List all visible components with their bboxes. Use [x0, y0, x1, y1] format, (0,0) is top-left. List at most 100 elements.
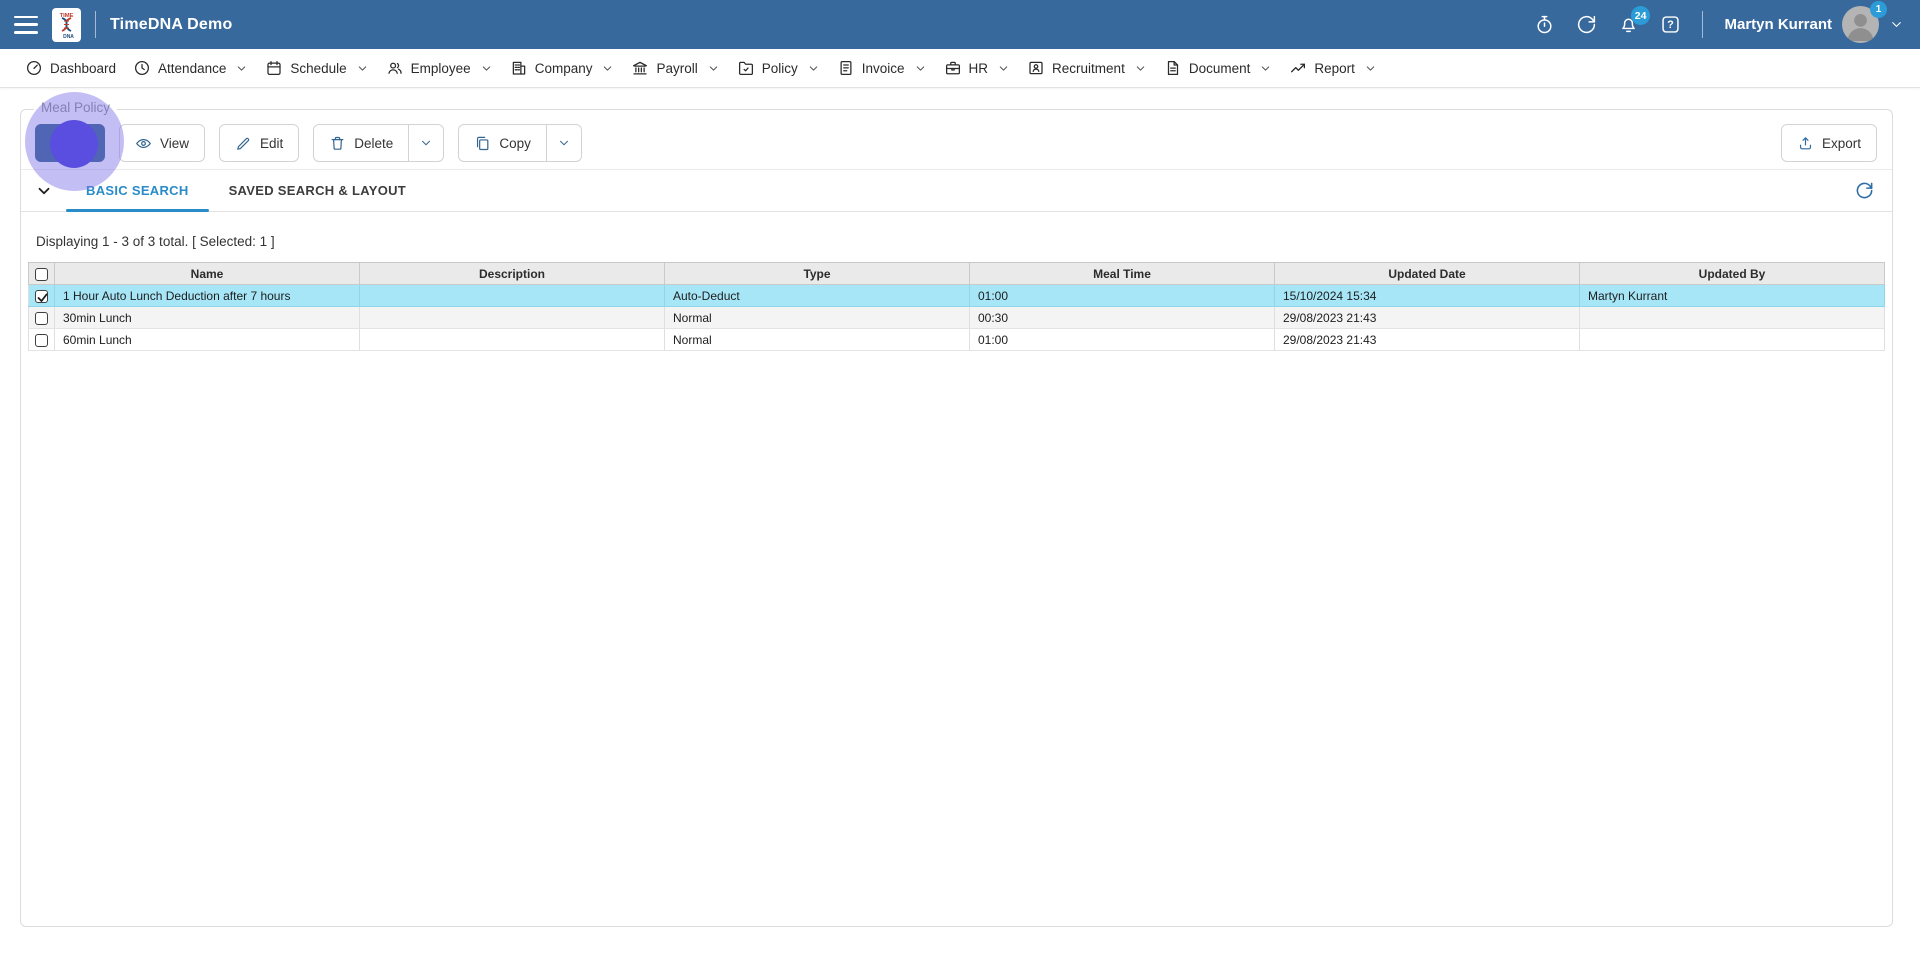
- eye-icon: [136, 138, 151, 148]
- meal-policy-table: Name Description Type Meal Time Updated …: [28, 262, 1885, 351]
- topbar-divider: [95, 11, 96, 38]
- nav-item-document[interactable]: Document: [1164, 59, 1273, 77]
- timedna-logo-icon: TIME DNA: [60, 13, 75, 40]
- help-button[interactable]: ?: [1660, 14, 1681, 35]
- folder-check-icon: [738, 61, 753, 76]
- table-row[interactable]: 30min Lunch Normal 00:30 29/08/2023 21:4…: [28, 306, 1885, 329]
- row-checkbox[interactable]: [35, 311, 48, 325]
- primary-action-button[interactable]: [35, 124, 105, 162]
- table-row[interactable]: 60min Lunch Normal 01:00 29/08/2023 21:4…: [28, 328, 1885, 351]
- copy-icon: [477, 136, 489, 150]
- nav-item-hr[interactable]: HR: [944, 59, 1011, 77]
- main-content: Meal Policy View Edit Delete Copy Export…: [0, 100, 1920, 927]
- dashboard-icon: [26, 60, 42, 76]
- stopwatch-icon: [1537, 15, 1553, 34]
- chevron-down-icon: [709, 65, 717, 71]
- table-row[interactable]: 1 Hour Auto Lunch Deduction after 7 hour…: [28, 284, 1885, 307]
- nav-label: Attendance: [158, 60, 227, 76]
- timer-button[interactable]: [1534, 14, 1555, 35]
- chevron-down-icon: [1136, 65, 1145, 71]
- delete-dropdown-button[interactable]: [408, 124, 445, 162]
- chevron-down-icon: [38, 187, 50, 194]
- column-header-name[interactable]: Name: [54, 262, 360, 285]
- chevron-down-icon: [999, 65, 1008, 71]
- chevron-down-icon: [604, 65, 612, 71]
- cell-type: Normal: [664, 328, 970, 351]
- refresh-button[interactable]: [1576, 14, 1597, 35]
- column-header-meal-time[interactable]: Meal Time: [969, 262, 1275, 285]
- nav-item-schedule[interactable]: Schedule: [265, 59, 368, 77]
- toolbar: View Edit Delete Copy Export: [21, 110, 1892, 170]
- calendar-icon: [267, 60, 281, 76]
- column-header-type[interactable]: Type: [664, 262, 970, 285]
- copy-dropdown-button[interactable]: [545, 124, 582, 162]
- clock-icon: [135, 60, 150, 76]
- chevron-down-icon: [238, 65, 246, 71]
- hamburger-menu-icon[interactable]: [14, 15, 38, 34]
- nav-label: Report: [1314, 60, 1355, 76]
- table-header-row: Name Description Type Meal Time Updated …: [28, 262, 1885, 285]
- column-header-description[interactable]: Description: [359, 262, 665, 285]
- copy-label: Copy: [499, 135, 531, 151]
- nav-item-employee[interactable]: Employee: [386, 59, 493, 77]
- nav-item-dashboard[interactable]: Dashboard: [25, 59, 116, 77]
- row-checkbox-checked[interactable]: [35, 289, 48, 303]
- avatar: 1: [1842, 1, 1887, 43]
- chevron-down-icon: [422, 140, 431, 146]
- panel-legend: Meal Policy: [34, 100, 118, 115]
- tab-saved-search-layout[interactable]: SAVED SEARCH & LAYOUT: [209, 170, 427, 211]
- briefcase-icon: [945, 61, 960, 75]
- cell-description: [359, 306, 665, 329]
- file-icon: [1167, 60, 1178, 76]
- column-header-updated-by[interactable]: Updated By: [1579, 262, 1885, 285]
- nav-item-payroll[interactable]: Payroll: [631, 59, 719, 77]
- chevron-down-icon: [482, 65, 490, 71]
- trend-icon: [1291, 63, 1306, 73]
- result-count-status: Displaying 1 - 3 of 3 total. [ Selected:…: [36, 234, 275, 249]
- cell-updated-by: 29/08/2023 21:43: [1274, 328, 1580, 351]
- refresh-icon: [1578, 15, 1596, 34]
- export-button[interactable]: Export: [1780, 124, 1877, 162]
- view-button[interactable]: View: [119, 124, 206, 162]
- user-menu[interactable]: Martyn Kurrant 1: [1724, 1, 1904, 43]
- nav-item-attendance[interactable]: Attendance: [133, 59, 248, 77]
- search-tabs-row: BASIC SEARCH SAVED SEARCH & LAYOUT: [21, 170, 1892, 212]
- svg-text:DNA: DNA: [63, 34, 74, 40]
- nav-item-policy[interactable]: Policy: [737, 59, 820, 77]
- row-checkbox[interactable]: [35, 333, 48, 347]
- nav-label: Schedule: [290, 60, 347, 76]
- copy-button[interactable]: Copy: [458, 124, 546, 162]
- app-title: TimeDNA Demo: [110, 15, 233, 33]
- app-logo[interactable]: TIME DNA: [52, 7, 81, 42]
- cell-meal-time: 01:00: [969, 284, 1275, 307]
- grid-refresh-button[interactable]: [1855, 180, 1877, 202]
- cell-description: [359, 284, 665, 307]
- chevron-down-icon: [1366, 65, 1375, 71]
- nav-item-company[interactable]: Company: [510, 59, 615, 77]
- topbar-left: TIME DNA TimeDNA Demo: [14, 7, 233, 42]
- delete-button[interactable]: Delete: [313, 124, 409, 162]
- delete-button-group: Delete: [313, 124, 445, 162]
- building-icon: [512, 61, 525, 75]
- tab-basic-search[interactable]: BASIC SEARCH: [66, 170, 209, 212]
- nav-item-invoice[interactable]: Invoice: [837, 59, 927, 77]
- edit-button[interactable]: Edit: [219, 124, 300, 162]
- id-card-icon: [1029, 61, 1043, 75]
- cell-updated-date: 29/08/2023 21:43: [1274, 306, 1580, 329]
- nav-label: Invoice: [861, 60, 905, 76]
- cell-updated-date: 15/10/2024 15:34: [1274, 284, 1580, 307]
- select-all-header[interactable]: [28, 262, 55, 285]
- collapse-search-button[interactable]: [35, 181, 55, 201]
- nav-item-report[interactable]: Report: [1289, 59, 1377, 77]
- meal-policy-panel: Meal Policy View Edit Delete Copy Export…: [20, 100, 1893, 927]
- nav-item-recruitment[interactable]: Recruitment: [1027, 59, 1147, 77]
- notifications-button[interactable]: 24: [1618, 6, 1651, 35]
- invoice-icon: [840, 60, 852, 76]
- nav-label: Document: [1188, 60, 1251, 76]
- main-navbar: Dashboard Attendance Schedule Employee C…: [0, 49, 1920, 88]
- select-all-checkbox[interactable]: [35, 267, 48, 281]
- chevron-down-icon: [1262, 65, 1270, 71]
- column-header-updated-date[interactable]: Updated Date: [1274, 262, 1580, 285]
- cell-name: 30min Lunch: [54, 306, 360, 329]
- topbar-right: 24 ? Martyn Kurrant 1: [1534, 1, 1904, 43]
